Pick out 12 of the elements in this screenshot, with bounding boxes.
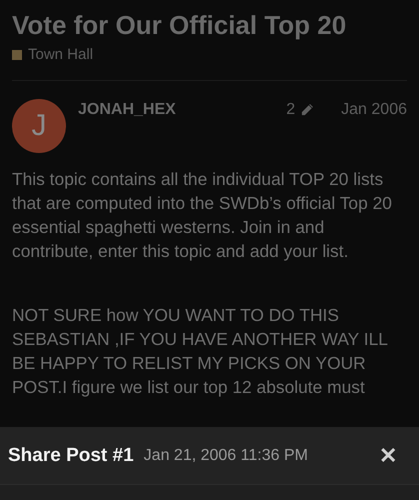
category-link[interactable]: Town Hall (28, 46, 94, 63)
edit-count[interactable]: 2 (286, 101, 296, 119)
post-paragraph: NOT SURE how YOU WANT TO DO THIS SEBASTIAN ,IF YOU HAVE ANOTHER WAY ILL BE HAPPY TO RELIST MY PICKS ON YOUR POST.I figure we list our top 12 absolute must (12, 304, 388, 399)
close-button[interactable]: ✕ (365, 442, 411, 468)
username[interactable]: JONAH_HEX (78, 101, 274, 119)
post-paragraph: This topic contains all the individual TOP 20 lists that are computed into the SWDb’s official Top 20 essential spaghetti westerns. Join in and contribute, enter this topic and add your list. (12, 168, 393, 263)
share-title: Share Post #1 (8, 444, 134, 466)
post-timestamp: Jan 21, 2006 11:36 PM (144, 446, 309, 464)
user-avatar[interactable]: J (12, 99, 66, 153)
pencil-icon[interactable] (299, 102, 316, 118)
post-date[interactable]: Jan 2006 (341, 101, 407, 119)
topic-title: Vote for Our Official Top 20 (12, 9, 348, 42)
